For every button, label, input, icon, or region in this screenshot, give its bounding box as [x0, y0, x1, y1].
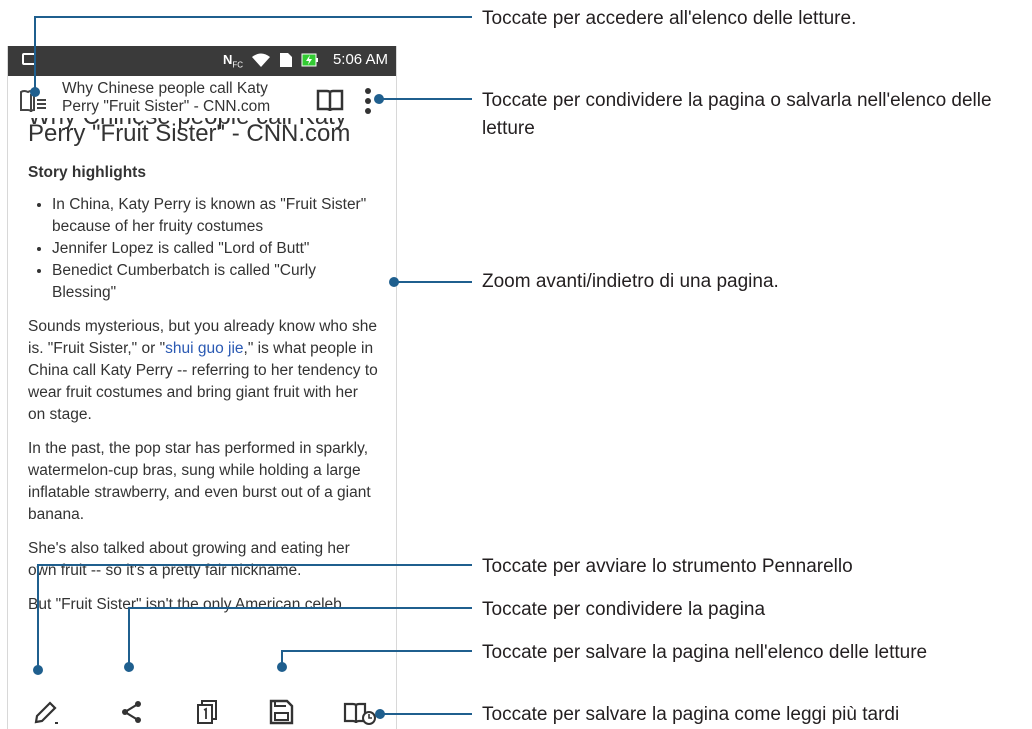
callout-share: Toccate per condividere la pagina [482, 599, 766, 620]
callout-reading-list: Toccate per accedere all'elenco delle le… [482, 8, 857, 29]
callout-save-reading-list: Toccate per salvare la pagina nell'elenc… [482, 642, 928, 663]
callout-read-later: Toccate per salvare la pagina come leggi… [482, 704, 900, 725]
callout-marker: Toccate per avviare lo strumento Pennare… [482, 556, 853, 577]
callout-zoom: Zoom avanti/indietro di una pagina. [482, 271, 779, 292]
callout-share-or-save: Toccate per condividere la pagina o salv… [482, 90, 992, 139]
